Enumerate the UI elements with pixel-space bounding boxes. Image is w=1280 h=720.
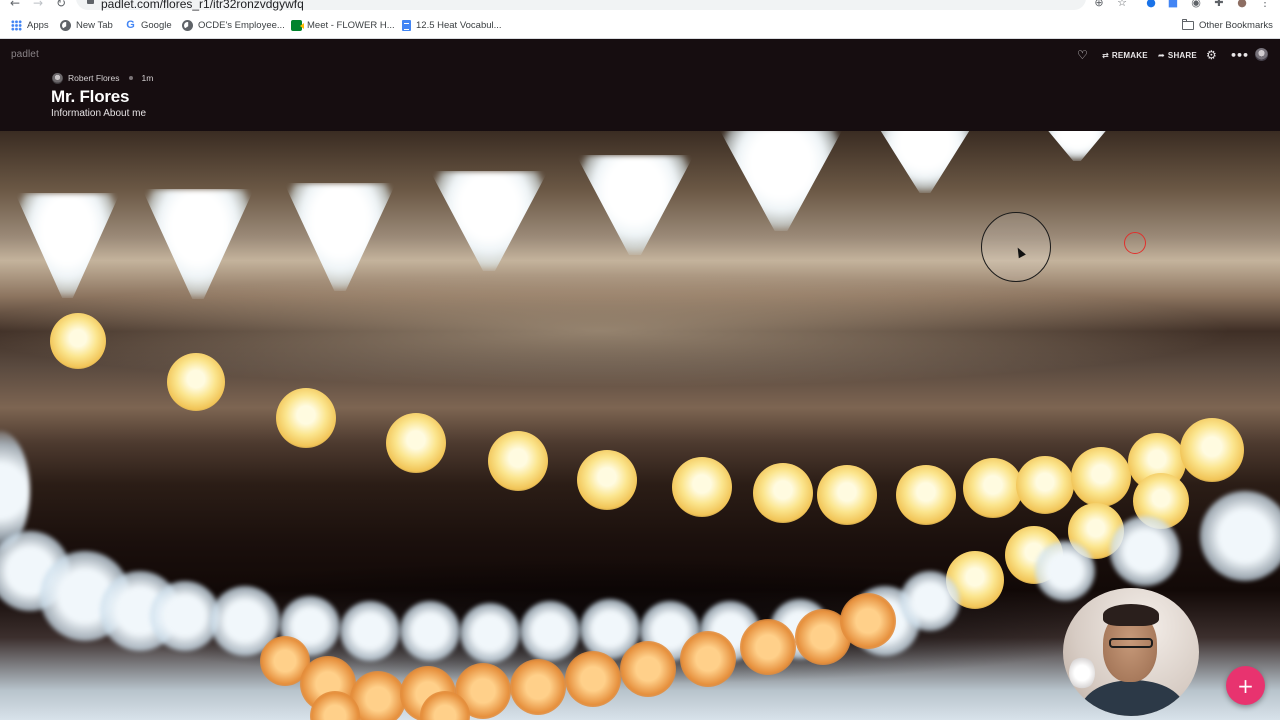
bookmark-star-icon[interactable]: ☆ [1116, 0, 1128, 9]
wallpaper-bunting [718, 131, 844, 231]
bookmark-label: Apps [27, 20, 49, 31]
bookmark-meet[interactable]: Meet - FLOWER H... [291, 12, 395, 39]
page-subtitle: Information About me [51, 108, 147, 119]
globe-icon [182, 20, 193, 31]
url-text: padlet.com/flores_r1/itr32ronzvdgywfq [101, 0, 304, 11]
padlet-header: padlet Robert Flores 1m Mr. Flores Infor… [0, 39, 1280, 131]
wallpaper-light [900, 571, 960, 631]
bookmark-ocde[interactable]: OCDE's Employee... [182, 12, 285, 39]
extension-icon[interactable]: ● [1145, 0, 1157, 9]
wallpaper-bulb [386, 413, 446, 473]
wallpaper-bulb [963, 458, 1023, 518]
extension-icon[interactable]: ◉ [1190, 0, 1202, 9]
wallpaper-light [460, 603, 520, 663]
puzzle-icon[interactable]: ✚ [1213, 0, 1225, 9]
wallpaper-bulb [1016, 456, 1074, 514]
wallpaper-bulb [167, 353, 225, 411]
wallpaper-light [340, 601, 400, 661]
bookmark-label: 12.5 Heat Vocabul... [416, 20, 502, 31]
bookmark-google[interactable]: G Google [125, 12, 172, 39]
wallpaper-bunting [1040, 131, 1114, 161]
wallpaper-bulb [488, 431, 548, 491]
author-name: Robert Flores [68, 73, 120, 83]
wallpaper-bunting [872, 131, 978, 193]
webcam-background-plant [1069, 656, 1095, 690]
wallpaper-light [620, 641, 676, 697]
share-icon: ➦ [1158, 50, 1165, 60]
bookmarks-bar: Apps New Tab G Google OCDE's Employee...… [0, 12, 1280, 39]
wallpaper-light [520, 601, 580, 661]
bookmark-docs[interactable]: 12.5 Heat Vocabul... [402, 12, 502, 39]
wallpaper-bunting [284, 183, 396, 291]
remake-icon: ⇄ [1102, 50, 1109, 60]
click-indicator [1124, 232, 1146, 254]
wallpaper-bunting [15, 193, 120, 298]
wallpaper-light [840, 593, 896, 649]
wallpaper-bunting [576, 155, 694, 255]
meet-icon [291, 20, 304, 31]
lock-icon [87, 0, 94, 4]
share-label: SHARE [1167, 50, 1197, 60]
time-ago: 1m [141, 73, 154, 83]
apps-grid-icon [11, 20, 22, 31]
more-icon[interactable]: ••• [1230, 47, 1249, 63]
wallpaper-bulb [1180, 418, 1244, 482]
webcam-person-shirt [1081, 680, 1185, 716]
reload-button[interactable]: ↻ [54, 0, 68, 10]
extension-icon[interactable]: ■ [1167, 0, 1179, 9]
wallpaper-light [1110, 516, 1180, 586]
wallpaper-bulb [672, 457, 732, 517]
wallpaper-bulb [896, 465, 956, 525]
bookmark-label: Google [141, 20, 172, 31]
google-icon: G [126, 19, 135, 31]
wallpaper-bulb [753, 463, 813, 523]
webcam-person-hair [1103, 604, 1159, 626]
menu-icon[interactable]: ⋮ [1259, 0, 1271, 9]
header-avatar[interactable] [1255, 48, 1268, 61]
wallpaper-bulb [50, 313, 106, 369]
author-row: Robert Flores 1m [52, 72, 153, 84]
bookmark-label: New Tab [76, 20, 113, 31]
wallpaper-bunting [430, 171, 548, 271]
wallpaper-light [400, 601, 460, 661]
docs-icon [402, 20, 411, 31]
author-avatar [52, 72, 63, 84]
wallpaper-bulb [817, 465, 877, 525]
globe-icon [60, 20, 71, 31]
bookmark-label: Meet - FLOWER H... [307, 20, 395, 31]
bookmark-label: OCDE's Employee... [198, 20, 285, 31]
remake-button[interactable]: ⇄ REMAKE [1102, 47, 1148, 63]
bookmark-label: Other Bookmarks [1199, 20, 1273, 31]
profile-avatar[interactable]: ● [1236, 0, 1248, 9]
share-button[interactable]: ➦ SHARE [1158, 47, 1197, 63]
page-title: Mr. Flores [51, 87, 130, 106]
webcam-overlay [1063, 588, 1199, 716]
wallpaper-bulb [1071, 447, 1131, 507]
bookmark-new-tab[interactable]: New Tab [60, 12, 113, 39]
forward-button[interactable]: → [31, 0, 45, 10]
zoom-icon[interactable]: ⊕ [1093, 0, 1105, 9]
wallpaper-light [680, 631, 736, 687]
wallpaper-bunting [142, 189, 254, 299]
back-button[interactable]: ← [8, 0, 22, 10]
dot-separator [128, 76, 133, 80]
folder-icon [1182, 19, 1194, 30]
wallpaper-light [1200, 491, 1280, 581]
wallpaper-bulb [276, 388, 336, 448]
wallpaper-light [740, 619, 796, 675]
remake-label: REMAKE [1111, 50, 1148, 60]
browser-toolbar: ← → ↻ padlet.com/flores_r1/itr32ronzvdgy… [0, 0, 1280, 12]
wallpaper-light [1035, 541, 1095, 601]
wallpaper-bulb [577, 450, 637, 510]
wallpaper-light [510, 659, 566, 715]
wallpaper-light [565, 651, 621, 707]
address-bar[interactable]: padlet.com/flores_r1/itr32ronzvdgywfq [76, 0, 1086, 11]
add-post-button[interactable]: + [1226, 666, 1265, 705]
heart-icon[interactable]: ♡ [1077, 47, 1088, 63]
bookmark-other[interactable]: Other Bookmarks [1182, 12, 1273, 39]
padlet-logo[interactable]: padlet [11, 49, 39, 60]
bookmark-apps[interactable]: Apps [11, 12, 49, 39]
gear-icon[interactable]: ⚙ [1206, 47, 1217, 63]
webcam-person-glasses [1109, 638, 1153, 648]
